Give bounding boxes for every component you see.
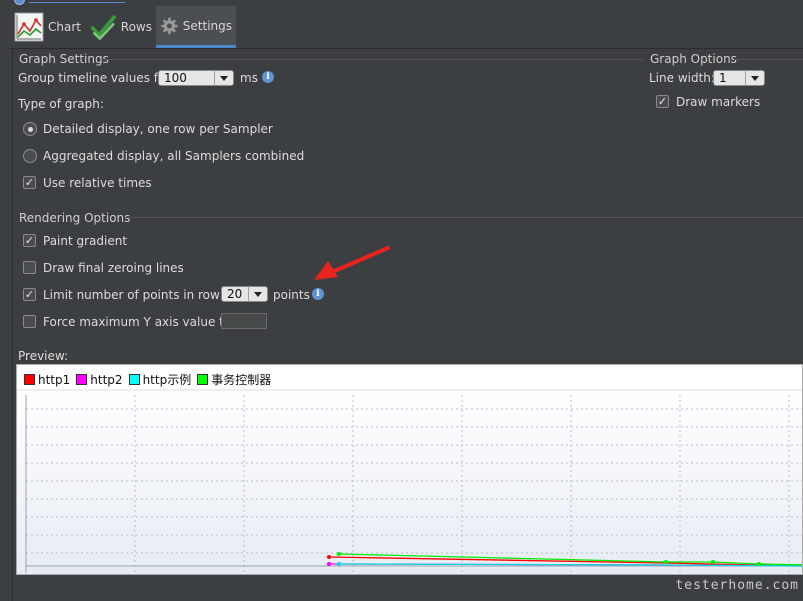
group-timeline-combo[interactable]: 100 — [158, 70, 234, 86]
force-max-y-label: Force maximum Y axis value to — [43, 315, 232, 329]
group-timeline-label: Group timeline values for — [18, 71, 171, 85]
legend-swatch — [76, 374, 88, 385]
legend-label: http2 — [90, 372, 123, 387]
checkmarks-icon — [90, 15, 116, 40]
line-width-value: 1 — [719, 71, 727, 85]
radio-aggregated[interactable] — [23, 149, 37, 163]
line-width-label: Line width: — [649, 71, 715, 85]
legend-item: http2 — [76, 371, 123, 388]
radio-detailed[interactable] — [23, 122, 37, 136]
legend-item: 事务控制器 — [197, 371, 271, 388]
line-width-combo[interactable]: 1 — [713, 70, 765, 86]
tab-content-border — [10, 48, 803, 49]
info-icon[interactable]: i — [312, 288, 324, 300]
graph-settings-divider — [104, 59, 642, 60]
top-link[interactable] — [14, 0, 125, 5]
legend-swatch — [128, 374, 140, 385]
link-underline — [29, 0, 125, 3]
chevron-down-icon[interactable] — [214, 71, 233, 85]
draw-zeroing-label: Draw final zeroing lines — [43, 261, 184, 275]
limit-points-checkbox[interactable]: ✓ — [23, 288, 36, 301]
chart-legend: http1 http2 http示例 事务控制器 — [24, 371, 271, 388]
group-timeline-value: 100 — [164, 71, 187, 85]
tab-settings[interactable]: Settings — [156, 6, 236, 48]
chevron-down-icon[interactable] — [248, 287, 267, 301]
graph-options-title: Graph Options — [650, 52, 737, 66]
group-timeline-unit: ms — [240, 71, 258, 85]
legend-label: 事务控制器 — [211, 373, 272, 387]
legend-swatch — [197, 374, 209, 385]
limit-points-value: 20 — [227, 287, 243, 301]
paint-gradient-checkbox[interactable]: ✓ — [23, 234, 36, 247]
limit-points-label: Limit number of points in row to — [43, 288, 236, 302]
graph-options-divider — [734, 59, 803, 60]
annotation-arrow-icon — [314, 246, 390, 280]
limit-points-unit: points — [273, 288, 310, 302]
tab-chart-label: Chart — [48, 20, 81, 34]
gear-icon — [161, 17, 178, 34]
info-icon[interactable]: i — [262, 71, 274, 83]
draw-zeroing-checkbox[interactable] — [23, 261, 36, 274]
preview-label: Preview: — [18, 349, 69, 363]
draw-markers-label: Draw markers — [676, 95, 761, 109]
rendering-options-divider — [125, 217, 803, 218]
tab-settings-label: Settings — [182, 18, 232, 33]
radio-detailed-label: Detailed display, one row per Sampler — [43, 122, 273, 136]
legend-item: http1 — [24, 371, 70, 388]
tab-rows[interactable]: Rows — [86, 6, 156, 48]
chevron-down-icon[interactable] — [745, 71, 764, 85]
force-max-y-input[interactable] — [221, 313, 267, 329]
use-relative-label: Use relative times — [43, 176, 152, 190]
tab-rows-label: Rows — [120, 20, 152, 34]
tab-bar: Chart Rows Settings — [10, 6, 250, 48]
rendering-options-title: Rendering Options — [19, 211, 131, 225]
legend-label: http示例 — [142, 373, 192, 387]
radio-aggregated-label: Aggregated display, all Samplers combine… — [43, 149, 305, 163]
type-of-graph-label: Type of graph: — [18, 97, 104, 111]
line-chart-icon — [14, 12, 44, 42]
draw-markers-checkbox[interactable]: ✓ — [656, 95, 669, 108]
legend-swatch — [24, 374, 35, 385]
legend-item: http示例 — [128, 371, 192, 388]
use-relative-checkbox[interactable]: ✓ — [23, 176, 36, 189]
limit-points-combo[interactable]: 20 — [221, 286, 268, 302]
link-icon — [14, 0, 25, 5]
paint-gradient-label: Paint gradient — [43, 234, 128, 248]
tab-chart[interactable]: Chart — [10, 6, 86, 48]
force-max-y-checkbox[interactable] — [23, 315, 36, 328]
preview-chart: http1 http2 http示例 事务控制器 — [16, 364, 803, 575]
graph-settings-title: Graph Settings — [19, 52, 109, 66]
legend-label: http1 — [38, 372, 71, 387]
watermark: testerhome.com — [675, 578, 799, 593]
preview-plot — [17, 389, 802, 574]
